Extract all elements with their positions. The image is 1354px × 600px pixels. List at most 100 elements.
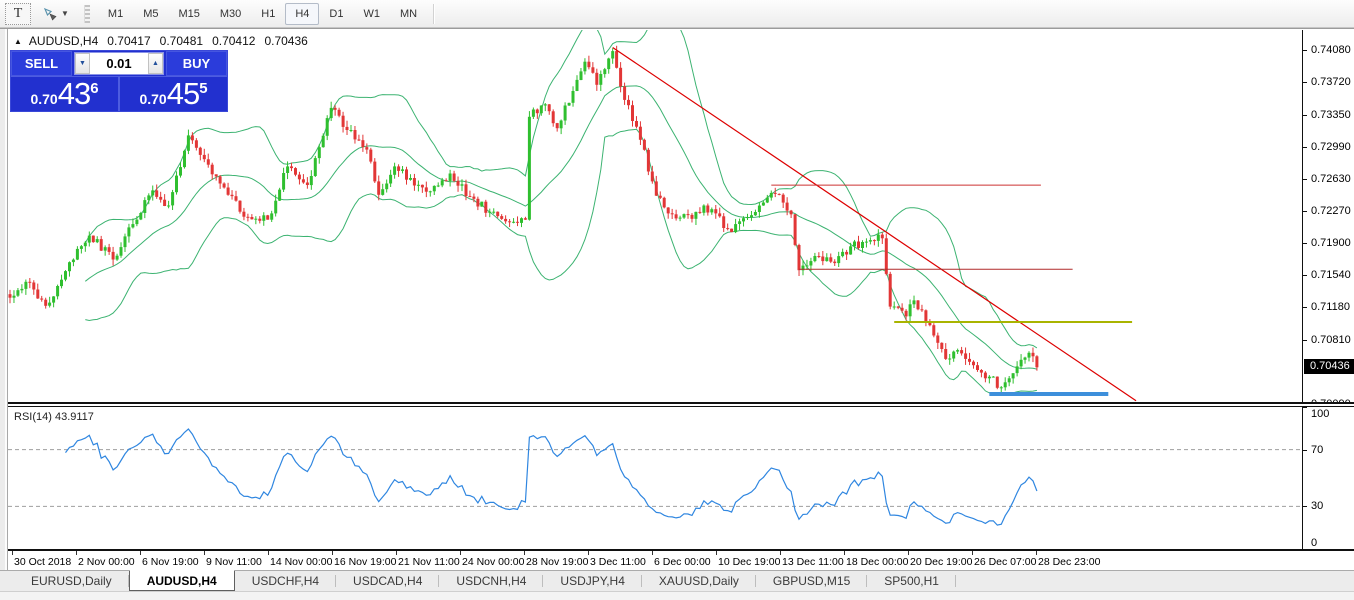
toolbar-drag-grip[interactable] [83, 4, 90, 23]
buy-price-display[interactable]: 0.70 45 5 [120, 77, 227, 111]
sell-price-sup: 6 [90, 79, 99, 97]
price-axis-tick [1303, 178, 1307, 180]
time-axis-tick [652, 551, 653, 555]
time-axis-label: 6 Dec 00:00 [654, 556, 711, 568]
rsi-axis-label: 70 [1311, 443, 1324, 456]
timeframe-button-M30[interactable]: M30 [210, 3, 251, 25]
timeframe-button-M5[interactable]: M5 [133, 3, 168, 25]
chart-tab-GBPUSD-M15[interactable]: GBPUSD,M15 [756, 571, 868, 591]
one-click-collapse-arrow[interactable]: ▲ [14, 37, 22, 46]
arrow-objects-button[interactable]: ▼ [37, 3, 74, 25]
time-axis-tick [588, 551, 589, 555]
chart-ohlc-readout: ▲ AUDUSD,H4 0.70417 0.70481 0.70412 0.70… [14, 34, 317, 48]
volume-stepper: ▼ 0.01 ▲ [74, 52, 164, 75]
price-axis-label: 0.72990 [1311, 140, 1351, 153]
status-strip [0, 591, 1354, 600]
price-axis-label: 0.71540 [1311, 269, 1351, 282]
timeframe-button-M1[interactable]: M1 [98, 3, 133, 25]
one-click-trading-panel: SELL ▼ 0.01 ▲ BUY 0.70 43 6 0.70 45 5 [10, 50, 228, 112]
chart-tab-USDCAD-H4[interactable]: USDCAD,H4 [336, 571, 440, 591]
price-axis-label: 0.72270 [1311, 204, 1351, 217]
time-axis-label: 10 Dec 19:00 [718, 556, 781, 568]
arrow-objects-icon [43, 7, 57, 21]
price-axis-tick [1303, 114, 1307, 116]
time-axis-tick [140, 551, 141, 555]
chart-tab-USDJPY-H4[interactable]: USDJPY,H4 [543, 571, 643, 591]
time-axis-tick [844, 551, 845, 555]
sell-price-display[interactable]: 0.70 43 6 [11, 77, 118, 111]
toolbar-separator [433, 3, 435, 24]
price-axis-tick [1303, 275, 1307, 277]
timeframe-button-H4[interactable]: H4 [285, 2, 320, 25]
price-axis-label: 0.74080 [1311, 44, 1351, 56]
chart-tab-USDCHF-H4[interactable]: USDCHF,H4 [235, 571, 337, 591]
rsi-indicator-label: RSI(14) 43.9117 [14, 411, 94, 423]
chart-tab-bar: EURUSD,Daily AUDUSD,H4 USDCHF,H4 USDCAD,H4 U… [0, 570, 1354, 591]
rsi-axis-label: 30 [1311, 500, 1324, 513]
chart-tab-EURUSD-Daily[interactable]: EURUSD,Daily [14, 571, 129, 591]
chart-tab-AUDUSD-H4[interactable]: AUDUSD,H4 [128, 570, 235, 591]
timeframe-button-group: M1 M5 M15 M30 H1 H4 D1 W1 MN [98, 2, 427, 25]
volume-decrease-button[interactable]: ▼ [75, 53, 90, 74]
chart-tab-USDCNH-H4[interactable]: USDCNH,H4 [439, 571, 544, 591]
volume-value[interactable]: 0.01 [90, 53, 148, 74]
current-price-label: 0.70436 [1304, 359, 1354, 375]
text-label-tool-button[interactable]: T [5, 2, 31, 25]
time-axis-tick [1036, 551, 1037, 555]
time-axis-tick [972, 551, 973, 555]
buy-price-big: 45 [166, 76, 200, 111]
sell-button[interactable]: SELL [11, 51, 72, 76]
time-axis-tick [76, 551, 77, 555]
price-axis-label: 0.70810 [1311, 334, 1351, 347]
price-axis-label: 0.73720 [1311, 75, 1351, 88]
timeframe-button-M15[interactable]: M15 [168, 3, 209, 25]
time-axis-label: 13 Dec 11:00 [782, 556, 844, 568]
time-axis-label: 28 Nov 19:00 [526, 556, 589, 568]
price-axis-tick [1303, 307, 1307, 309]
price-axis-tick [1303, 340, 1307, 342]
timeframe-button-W1[interactable]: W1 [353, 3, 390, 25]
timeframe-button-MN[interactable]: MN [390, 3, 427, 25]
dropdown-caret-icon: ▼ [61, 9, 69, 18]
price-axis-tick [1303, 146, 1307, 148]
sell-price-prefix: 0.70 [30, 90, 58, 107]
time-axis-tick [12, 551, 13, 555]
time-axis-tick [460, 551, 461, 555]
chart-tab-XAUUSD-Daily[interactable]: XAUUSD,Daily [642, 571, 756, 591]
time-axis-label: 18 Dec 00:00 [846, 556, 909, 568]
window-left-edge [0, 29, 8, 570]
time-axis-tick [524, 551, 525, 555]
time-axis-label: 26 Dec 07:00 [974, 556, 1037, 568]
ohlc-high: 0.70481 [159, 34, 204, 48]
timeframe-button-D1[interactable]: D1 [319, 3, 353, 25]
top-toolbar: T ▼ M1 M5 M15 M30 H1 H4 D1 W1 MN [0, 0, 1354, 28]
rsi-axis-label: 100 [1311, 408, 1330, 420]
buy-button[interactable]: BUY [166, 51, 227, 76]
time-axis-tick [908, 551, 909, 555]
buy-price-prefix: 0.70 [139, 90, 167, 107]
time-axis-label: 14 Nov 00:00 [270, 556, 333, 568]
ohlc-close: 0.70436 [264, 34, 308, 48]
chart-tab-SP500-H1[interactable]: SP500,H1 [867, 571, 956, 591]
timeframe-button-H1[interactable]: H1 [251, 3, 285, 25]
ohlc-open: 0.70417 [107, 34, 151, 48]
time-axis-label: 6 Nov 19:00 [142, 556, 199, 568]
time-axis-label: 24 Nov 00:00 [462, 556, 525, 568]
price-axis-label: 0.71900 [1311, 237, 1351, 250]
time-axis-label: 3 Dec 11:00 [590, 556, 646, 568]
price-axis-label: 0.72630 [1311, 172, 1351, 185]
sell-price-big: 43 [57, 76, 91, 111]
time-axis-label: 28 Dec 23:00 [1038, 556, 1101, 568]
time-axis-tick [204, 551, 205, 555]
price-axis-label: 0.73350 [1311, 108, 1351, 121]
chart-symbol-label: AUDUSD,H4 [28, 34, 99, 48]
volume-increase-button[interactable]: ▲ [148, 53, 163, 74]
rsi-canvas[interactable] [8, 407, 1302, 549]
buy-price-sup: 5 [199, 79, 208, 97]
time-axis[interactable]: 30 Oct 2018 2 Nov 00:00 6 Nov 19:00 9 Nov 1… [8, 551, 1354, 570]
price-axis-tick [1303, 210, 1307, 212]
rsi-axis-tick [1303, 449, 1307, 451]
rsi-axis-label: 0 [1311, 537, 1318, 549]
price-axis[interactable]: 0.70436 0.74080 0.73720 0.73350 0.72990 0.72… [1302, 30, 1354, 551]
time-axis-tick [332, 551, 333, 555]
